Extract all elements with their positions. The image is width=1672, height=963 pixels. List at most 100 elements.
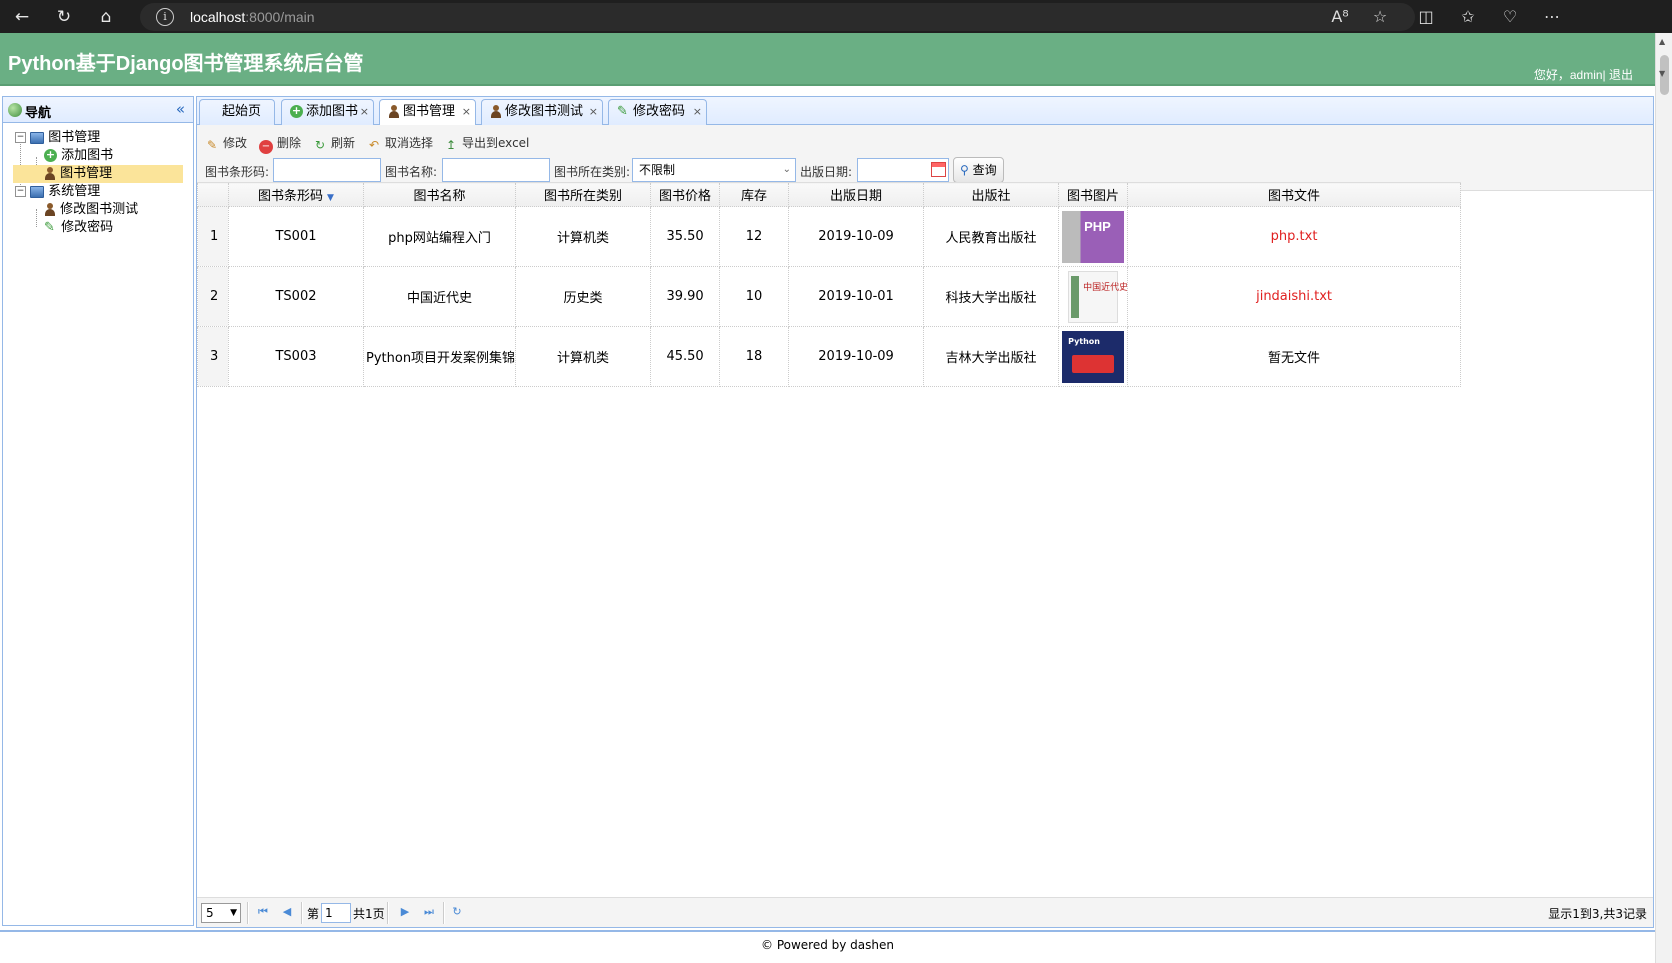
cell-cover: PHP	[1058, 206, 1129, 267]
cell-file[interactable]: php.txt	[1127, 206, 1462, 267]
cell-category: 历史类	[515, 266, 652, 327]
collapse-toggle-icon[interactable]: −	[15, 132, 26, 143]
python-book-cover: Python	[1062, 330, 1125, 383]
refresh-button[interactable]: ↻ 刷新	[313, 134, 355, 152]
table-row[interactable]: 1 TS001 php网站编程入门 计算机类 35.50 12 2019-10-…	[197, 206, 1462, 267]
home-icon[interactable]: ⌂	[94, 5, 118, 29]
cell-cover: 中国近代史	[1058, 266, 1129, 327]
first-page-icon[interactable]: ⏮	[255, 904, 271, 920]
split-screen-icon[interactable]: ◫	[1414, 5, 1438, 29]
tree-node-edit-book-test[interactable]: 修改图书测试	[3, 201, 193, 219]
globe-icon	[8, 103, 22, 117]
site-info-icon[interactable]: i	[156, 8, 174, 26]
tab-add-book[interactable]: + 添加图书 ×	[281, 99, 374, 125]
cell-date: 2019-10-09	[788, 206, 925, 267]
user-greeting-logout[interactable]: 您好，admin| 退出	[1534, 66, 1633, 83]
collapse-icon[interactable]: «	[176, 100, 185, 118]
barcode-input[interactable]	[273, 158, 381, 182]
column-header-date[interactable]: 出版日期	[788, 182, 925, 207]
cell-barcode: TS001	[228, 206, 364, 267]
column-header-cover[interactable]: 图书图片	[1058, 182, 1129, 207]
delete-icon: −	[259, 140, 273, 154]
column-header-publisher[interactable]: 出版社	[923, 182, 1060, 207]
table-row[interactable]: 2 TS002 中国近代史 历史类 39.90 10 2019-10-01 科技…	[197, 266, 1462, 327]
close-icon[interactable]: ×	[360, 100, 369, 124]
more-menu-icon[interactable]: ⋯	[1540, 5, 1564, 29]
page-number-input[interactable]: 1	[321, 903, 351, 923]
address-bar[interactable]: i localhost:8000/main A⁸ ☆	[140, 3, 1415, 31]
publish-date-input[interactable]	[857, 158, 949, 182]
calendar-icon[interactable]	[931, 162, 946, 177]
favorites-icon[interactable]: ✩	[1456, 5, 1480, 29]
cell-barcode: TS003	[228, 326, 364, 387]
next-page-icon[interactable]: ▶	[397, 904, 413, 920]
tree-node-book-management[interactable]: − 图书管理	[3, 129, 193, 147]
column-header-name[interactable]: 图书名称	[362, 182, 517, 207]
scroll-down-icon[interactable]: ▼	[1659, 69, 1665, 78]
record-info: 显示1到3,共3记录	[1548, 907, 1647, 921]
browser-essentials-icon[interactable]: ♡	[1498, 5, 1522, 29]
cell-file[interactable]: jindaishi.txt	[1127, 266, 1462, 327]
tab-change-password[interactable]: ✎ 修改密码 ×	[608, 99, 707, 125]
export-excel-button[interactable]: ↥ 导出到excel	[444, 134, 529, 152]
file-link[interactable]: php.txt	[1271, 229, 1318, 244]
collapse-toggle-icon[interactable]: −	[15, 186, 26, 197]
prev-page-icon[interactable]: ◀	[279, 904, 295, 920]
query-button[interactable]: ⚲ 查询	[953, 157, 1004, 183]
tree-node-change-password[interactable]: ✎ 修改密码	[3, 219, 193, 237]
page-size-select[interactable]: 5 ▼	[201, 903, 241, 923]
close-icon[interactable]: ×	[462, 100, 471, 124]
delete-button[interactable]: − 删除	[259, 134, 301, 154]
content-panel: ✎ 修改 − 删除 ↻ 刷新 ↶ 取消选择 ↥ 导出到excel 图书条形码: 图书名称:…	[196, 125, 1654, 928]
computer-icon	[30, 185, 45, 198]
book-name-input[interactable]	[442, 158, 550, 182]
cell-cover: Python	[1058, 326, 1129, 387]
cell-category: 计算机类	[515, 326, 652, 387]
column-header-category[interactable]: 图书所在类别	[515, 182, 652, 207]
table-row[interactable]: 3 TS003 Python项目开发案例集锦 计算机类 45.50 18 201…	[197, 326, 1462, 387]
cancel-select-button[interactable]: ↶ 取消选择	[367, 134, 433, 152]
scroll-up-icon[interactable]: ▲	[1659, 37, 1665, 46]
reload-icon[interactable]: ↻	[52, 5, 76, 29]
row-number: 2	[197, 266, 229, 327]
barcode-label: 图书条形码:	[205, 165, 270, 179]
pencil-icon: ✎	[44, 220, 55, 235]
add-icon: +	[290, 104, 303, 118]
tree-node-add-book[interactable]: + 添加图书	[3, 147, 193, 165]
category-label: 图书所在类别:	[554, 165, 631, 179]
cell-stock: 10	[719, 266, 790, 327]
cell-publisher: 人民教育出版社	[923, 206, 1060, 267]
edit-button[interactable]: ✎ 修改	[205, 134, 247, 152]
cell-barcode: TS002	[228, 266, 364, 327]
reload-icon[interactable]: ↻	[449, 904, 465, 920]
refresh-icon: ↻	[314, 138, 326, 152]
column-header-price[interactable]: 图书价格	[650, 182, 721, 207]
cell-category: 计算机类	[515, 206, 652, 267]
close-icon[interactable]: ×	[693, 100, 702, 124]
user-icon	[44, 167, 56, 180]
read-aloud-icon[interactable]: A⁸	[1328, 5, 1352, 29]
last-page-icon[interactable]: ⏭	[421, 904, 437, 920]
category-select[interactable]: 不限制 ⌄	[632, 158, 796, 182]
publish-date-label: 出版日期:	[800, 165, 853, 179]
column-header-barcode[interactable]: 图书条形码 ▼	[228, 182, 364, 207]
tree-node-system-management[interactable]: − 系统管理	[3, 183, 193, 201]
book-datagrid: 图书条形码 ▼ 图书名称 图书所在类别 图书价格 库存 出版日期 出版社 图书图片…	[197, 182, 1462, 387]
tab-home[interactable]: 起始页	[199, 99, 275, 125]
column-header-file[interactable]: 图书文件	[1127, 182, 1462, 207]
edit-icon: ✎	[206, 138, 218, 152]
column-header-stock[interactable]: 库存	[719, 182, 790, 207]
nav-header: 导航 «	[3, 97, 193, 123]
file-link[interactable]: jindaishi.txt	[1256, 289, 1332, 304]
cell-publisher: 吉林大学出版社	[923, 326, 1060, 387]
url-text[interactable]: localhost:8000/main	[190, 9, 315, 25]
close-icon[interactable]: ×	[589, 100, 598, 124]
tab-book-management[interactable]: 图书管理 ×	[379, 99, 476, 126]
back-icon[interactable]: ←	[10, 5, 34, 29]
cell-price: 39.90	[650, 266, 721, 327]
tree-node-book-list[interactable]: 图书管理	[13, 165, 183, 183]
favorite-star-icon[interactable]: ☆	[1368, 5, 1392, 29]
page-scrollbar[interactable]: ▲ ▼	[1655, 33, 1672, 963]
tab-edit-book-test[interactable]: 修改图书测试 ×	[481, 99, 603, 125]
book-name-label: 图书名称:	[385, 165, 438, 179]
